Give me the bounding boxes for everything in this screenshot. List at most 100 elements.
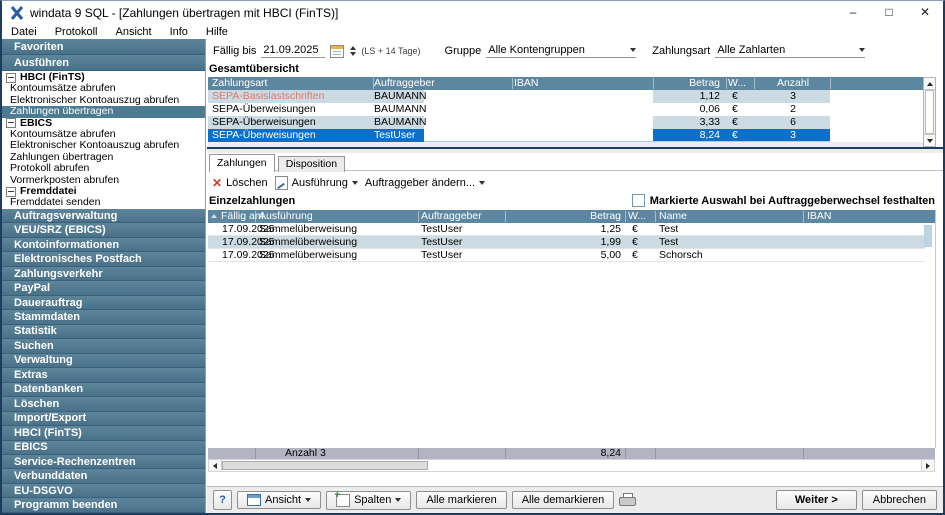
col-auftraggeber[interactable]: Auftraggeber <box>374 77 435 90</box>
tree-group-hbci-fints[interactable]: HBCI (FinTS) <box>2 72 205 83</box>
table-row[interactable]: 17.09.2025 Sammelüberweisung TestUser 1,… <box>208 223 925 236</box>
overview-vertical-scrollbar[interactable] <box>923 77 936 147</box>
sidebar-item-extras[interactable]: Extras <box>2 368 205 382</box>
col-iban[interactable]: IBAN <box>807 210 832 223</box>
sidebar-item-stammdaten[interactable]: Stammdaten <box>2 310 205 324</box>
sidebar-item-ebics[interactable]: EBICS <box>2 441 205 455</box>
spinner-up-icon[interactable] <box>350 46 356 50</box>
due-date-field[interactable]: 21.09.2025 <box>261 44 325 58</box>
keep-selection-checkbox[interactable] <box>632 194 645 207</box>
ausfuehrung-dropdown[interactable]: Ausführung <box>275 176 358 190</box>
tree-group-fremddatei[interactable]: Fremddatei <box>2 186 205 197</box>
col-zahlungsart[interactable]: Zahlungsart <box>212 77 267 90</box>
table-row-highlighted[interactable]: 17.09.2025 Sammelüberweisung TestUser 1,… <box>208 236 925 249</box>
auftraggeber-aendern-dropdown[interactable]: Auftraggeber ändern... <box>365 177 485 189</box>
tab-zahlungen[interactable]: Zahlungen <box>209 154 275 172</box>
ansicht-dropdown[interactable]: Ansicht <box>237 491 321 509</box>
tree-item-zahlungen-uebertragen-selected[interactable]: Zahlungen übertragen <box>2 106 205 117</box>
sidebar-item-eu-dsgvo[interactable]: EU-DSGVO <box>2 484 205 498</box>
table-row[interactable]: 17.09.2025 Sammelüberweisung TestUser 5,… <box>208 249 925 262</box>
sort-ascending-icon[interactable] <box>211 214 217 218</box>
scroll-down-icon[interactable] <box>924 134 935 146</box>
scroll-left-icon[interactable] <box>209 460 222 471</box>
scrollbar-thumb[interactable] <box>222 461 428 470</box>
sidebar-item-zahlungsverkehr[interactable]: Zahlungsverkehr <box>2 267 205 281</box>
col-waehrung[interactable]: W... <box>628 210 646 223</box>
sidebar-item-datenbanken[interactable]: Datenbanken <box>2 383 205 397</box>
alle-markieren-button[interactable]: Alle markieren <box>416 491 506 509</box>
sidebar-item-programm-beenden[interactable]: Programm beenden <box>2 498 205 512</box>
tree-item-kontoumsaetze-abrufen[interactable]: Kontoumsätze abrufen <box>2 83 205 94</box>
table-row[interactable]: SEPA-Überweisungen BAUMANN 3,33 € 6 <box>208 116 923 129</box>
sidebar-item-verwaltung[interactable]: Verwaltung <box>2 354 205 368</box>
menu-hilfe[interactable]: Hilfe <box>197 26 237 38</box>
sidebar-item-elektronisches-postfach[interactable]: Elektronisches Postfach <box>2 252 205 266</box>
tree-expander-icon[interactable] <box>6 187 16 197</box>
sidebar-item-auftragsverwaltung[interactable]: Auftragsverwaltung <box>2 209 205 223</box>
tree-item-fremddatei-senden[interactable]: Fremddatei senden <box>2 197 205 208</box>
sidebar-item-loeschen[interactable]: Löschen <box>2 397 205 411</box>
sidebar-item-suchen[interactable]: Suchen <box>2 339 205 353</box>
table-row[interactable]: SEPA-Basislastschriften BAUMANN 1,12 € 3 <box>208 90 923 103</box>
calendar-icon[interactable] <box>330 45 344 58</box>
sidebar-item-veu-srz-ebics[interactable]: VEU/SRZ (EBICS) <box>2 223 205 237</box>
col-name[interactable]: Name <box>659 210 687 223</box>
spinner-down-icon[interactable] <box>350 52 356 56</box>
delete-button[interactable]: ✕Löschen <box>212 177 268 189</box>
close-button[interactable]: ✕ <box>907 1 943 24</box>
col-waehrung[interactable]: W... <box>728 77 746 90</box>
sidebar-item-service-rechenzentren[interactable]: Service-Rechenzentren <box>2 455 205 469</box>
col-faellig-am[interactable]: Fällig am <box>221 210 264 223</box>
scroll-right-icon[interactable] <box>921 460 934 471</box>
menu-info[interactable]: Info <box>161 26 197 38</box>
weiter-button[interactable]: Weiter > <box>776 490 857 510</box>
table-row-selected[interactable]: SEPA-Überweisungen TestUser 8,24 € 3 <box>208 129 923 142</box>
tree-item-protokoll-abrufen[interactable]: Protokoll abrufen <box>2 163 205 174</box>
sidebar-item-paypal[interactable]: PayPal <box>2 281 205 295</box>
col-anzahl[interactable]: Anzahl <box>756 77 830 90</box>
tree-item-zahlungen-uebertragen-ebics[interactable]: Zahlungen übertragen <box>2 152 205 163</box>
menu-datei[interactable]: Datei <box>2 26 46 38</box>
col-betrag[interactable]: Betrag <box>654 77 720 90</box>
kontengruppe-select[interactable]: Alle Kontengruppen <box>486 44 636 58</box>
tree-item-vormerkposten-abrufen[interactable]: Vormerkposten abrufen <box>2 175 205 186</box>
sidebar-item-verbunddaten[interactable]: Verbunddaten <box>2 469 205 483</box>
tree-item-kontoumsaetze-abrufen-ebics[interactable]: Kontoumsätze abrufen <box>2 129 205 140</box>
maximize-button[interactable]: □ <box>871 1 907 24</box>
col-ausfuehrung[interactable]: Ausführung <box>259 210 313 223</box>
sidebar-item-kontoinformationen[interactable]: Kontoinformationen <box>2 238 205 252</box>
date-spinner[interactable] <box>350 46 356 56</box>
tab-disposition[interactable]: Disposition <box>278 156 345 172</box>
col-iban[interactable]: IBAN <box>514 77 539 90</box>
tree-expander-icon[interactable] <box>6 73 16 83</box>
tree-expander-icon[interactable] <box>6 118 16 128</box>
sidebar-item-hbci-fints[interactable]: HBCI (FinTS) <box>2 426 205 440</box>
col-auftraggeber[interactable]: Auftraggeber <box>421 210 482 223</box>
scrollbar-thumb[interactable] <box>925 90 934 134</box>
sidebar-item-import-export[interactable]: Import/Export <box>2 412 205 426</box>
tree-item-elektronischer-kontoauszug-abrufen-ebics[interactable]: Elektronischer Kontoauszug abrufen <box>2 140 205 151</box>
tree-group-ebics[interactable]: EBICS <box>2 118 205 129</box>
sidebar-sections: Auftragsverwaltung VEU/SRZ (EBICS) Konto… <box>2 209 205 513</box>
zahlungsart-select[interactable]: Alle Zahlarten <box>715 44 865 58</box>
help-button[interactable]: ? <box>213 490 232 510</box>
cell-zahlungsart: SEPA-Basislastschriften <box>212 90 324 103</box>
sidebar-item-dauerauftrag[interactable]: Dauerauftrag <box>2 296 205 310</box>
col-betrag[interactable]: Betrag <box>508 210 621 223</box>
sidebar-item-ausfuehren[interactable]: Ausführen <box>2 55 205 71</box>
alle-demarkieren-button[interactable]: Alle demarkieren <box>512 491 615 509</box>
tree-item-elektronischer-kontoauszug-abrufen[interactable]: Elektronischer Kontoauszug abrufen <box>2 95 205 106</box>
table-row[interactable]: SEPA-Überweisungen BAUMANN 0,06 € 2 <box>208 103 923 116</box>
column-separator <box>418 448 419 459</box>
spalten-dropdown[interactable]: Spalten <box>326 491 411 510</box>
payments-scrollbar-thumb[interactable] <box>924 225 932 247</box>
sidebar-item-statistik[interactable]: Statistik <box>2 325 205 339</box>
menu-ansicht[interactable]: Ansicht <box>106 26 160 38</box>
abbrechen-button[interactable]: Abbrechen <box>862 490 937 510</box>
horizontal-scrollbar[interactable] <box>208 459 935 472</box>
minimize-button[interactable]: – <box>835 1 871 24</box>
sidebar-item-favoriten[interactable]: Favoriten <box>2 39 205 55</box>
menu-protokoll[interactable]: Protokoll <box>46 26 107 38</box>
scroll-up-icon[interactable] <box>924 78 935 90</box>
printer-icon[interactable] <box>619 493 636 507</box>
